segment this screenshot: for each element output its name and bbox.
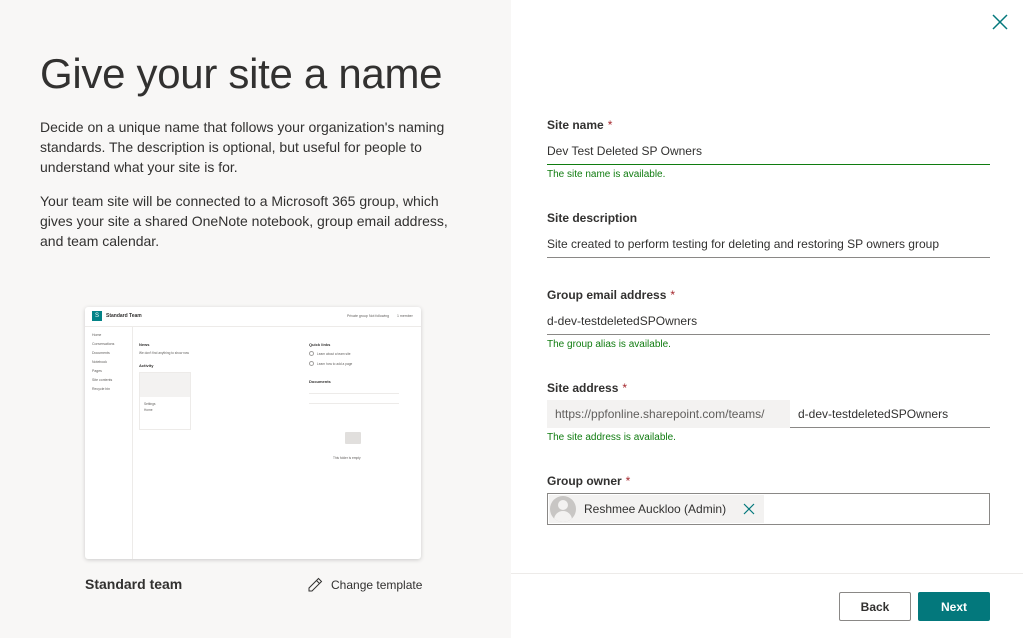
preview-card-sub: Home bbox=[144, 408, 153, 412]
site-description-input[interactable]: Site created to perform testing for dele… bbox=[547, 230, 990, 258]
preview-activity-label: Activity bbox=[139, 363, 154, 368]
site-address-hint: The site address is available. bbox=[547, 432, 676, 443]
preview-nav-item: Recycle bin bbox=[92, 387, 111, 391]
close-icon bbox=[743, 503, 755, 515]
preview-divider bbox=[309, 403, 399, 404]
change-template-label: Change template bbox=[331, 578, 423, 592]
preview-nav-item: Home bbox=[92, 333, 102, 337]
site-name-hint: The site name is available. bbox=[547, 169, 666, 180]
site-address-prefix: https://ppfonline.sharepoint.com/teams/ bbox=[547, 400, 790, 428]
preview-site-logo: S bbox=[92, 311, 102, 321]
group-email-label-text: Group email address bbox=[547, 288, 667, 302]
group-owner-label: Group owner * bbox=[547, 474, 630, 488]
group-owner-picker[interactable]: Reshmee Auckloo (Admin) bbox=[547, 493, 990, 525]
preview-site-title: Standard Team bbox=[106, 313, 142, 319]
preview-header: S Standard Team Private group Not follow… bbox=[85, 307, 421, 327]
preview-news-text: We don't find anything to show now bbox=[139, 351, 189, 355]
preview-nav-item: Notebook bbox=[92, 360, 107, 364]
required-marker: * bbox=[670, 288, 676, 302]
preview-documents-label: Documents bbox=[309, 379, 331, 384]
left-panel: Give your site a name Decide on a unique… bbox=[0, 0, 511, 638]
preview-nav-item: Pages bbox=[92, 369, 102, 373]
close-icon bbox=[992, 14, 1008, 30]
preview-quick-link: Learn how to add a page bbox=[317, 362, 353, 366]
site-address-label-text: Site address bbox=[547, 381, 619, 395]
page-title: Give your site a name bbox=[40, 50, 443, 97]
owner-name: Reshmee Auckloo (Admin) bbox=[584, 502, 727, 516]
required-marker: * bbox=[607, 118, 613, 132]
template-name: Standard team bbox=[85, 576, 183, 592]
site-address-input[interactable]: d-dev-testdeletedSPOwners bbox=[790, 400, 990, 428]
right-panel: Site name * Dev Test Deleted SP Owners Th… bbox=[511, 0, 1023, 638]
preview-quick-links-label: Quick links bbox=[309, 342, 331, 347]
preview-empty-folder-icon bbox=[345, 432, 361, 444]
next-button[interactable]: Next bbox=[918, 592, 990, 621]
preview-link-icon bbox=[309, 351, 314, 356]
owner-persona: Reshmee Auckloo (Admin) bbox=[549, 495, 764, 523]
template-preview: S Standard Team Private group Not follow… bbox=[85, 307, 421, 559]
site-address-label: Site address * bbox=[547, 381, 627, 395]
description-group: Your team site will be connected to a Mi… bbox=[40, 193, 448, 249]
close-button[interactable] bbox=[990, 12, 1010, 32]
preview-header-follow: Not following bbox=[369, 314, 390, 318]
site-name-label-text: Site name bbox=[547, 118, 604, 132]
pencil-icon bbox=[308, 577, 323, 592]
site-name-label: Site name * bbox=[547, 118, 612, 132]
preview-header-privacy: Private group bbox=[347, 314, 368, 318]
required-marker: * bbox=[622, 381, 628, 395]
avatar bbox=[550, 496, 576, 522]
site-description-label: Site description bbox=[547, 211, 638, 225]
preview-nav: Home Conversations Documents Notebook Pa… bbox=[85, 327, 133, 559]
footer-divider bbox=[511, 573, 1023, 574]
change-template-link[interactable]: Change template bbox=[307, 575, 422, 595]
site-name-input[interactable]: Dev Test Deleted SP Owners bbox=[547, 137, 990, 165]
preview-nav-item: Site contents bbox=[92, 378, 113, 382]
preview-link-icon bbox=[309, 361, 314, 366]
group-email-label: Group email address * bbox=[547, 288, 675, 302]
remove-owner-button[interactable] bbox=[742, 502, 756, 516]
preview-divider bbox=[309, 393, 399, 394]
back-button[interactable]: Back bbox=[839, 592, 911, 621]
group-email-hint: The group alias is available. bbox=[547, 339, 671, 350]
description-naming: Decide on a unique name that follows you… bbox=[40, 119, 445, 175]
required-marker: * bbox=[625, 474, 631, 488]
preview-quick-link: Learn about a team site bbox=[317, 352, 351, 356]
preview-documents-empty: This folder is empty bbox=[333, 456, 361, 460]
preview-activity-image bbox=[140, 373, 190, 397]
group-owner-label-text: Group owner bbox=[547, 474, 622, 488]
preview-card-title: Settings bbox=[144, 402, 156, 406]
preview-nav-item: Conversations bbox=[92, 342, 115, 346]
group-email-input[interactable]: d-dev-testdeletedSPOwners bbox=[547, 307, 990, 335]
preview-header-members: 1 member bbox=[397, 314, 413, 318]
preview-nav-item: Documents bbox=[92, 351, 110, 355]
preview-activity-card: Settings Home bbox=[139, 372, 191, 430]
preview-news-label: News bbox=[139, 342, 150, 347]
